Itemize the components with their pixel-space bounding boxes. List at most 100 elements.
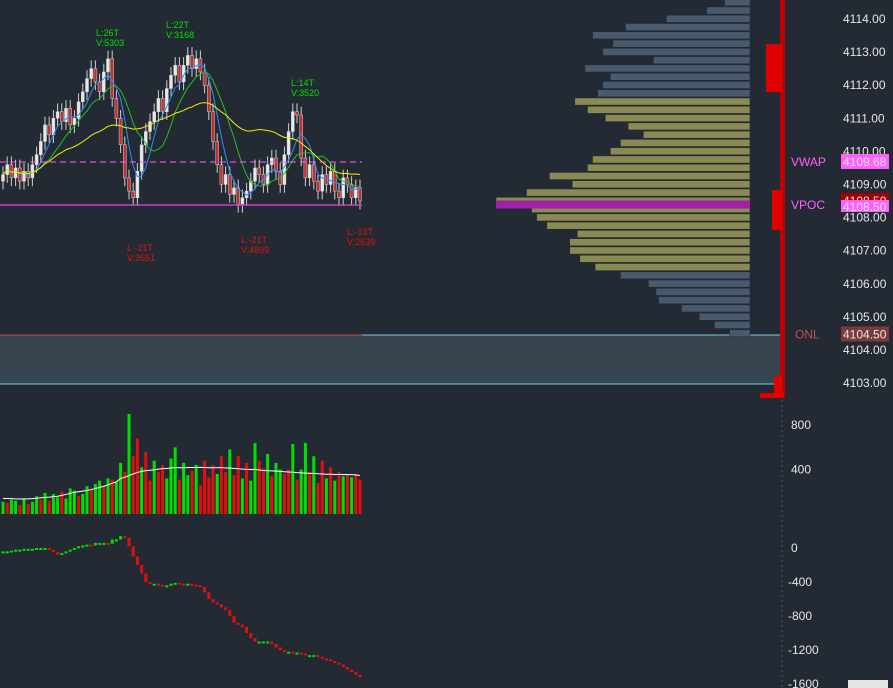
volume-bar xyxy=(282,474,286,514)
volume-bar xyxy=(43,492,47,514)
delta-bar xyxy=(274,644,278,648)
delta-bar xyxy=(77,546,81,549)
volume-bar xyxy=(228,449,232,514)
delta-bar xyxy=(333,661,337,664)
candle-body xyxy=(299,114,303,159)
delta-bar xyxy=(303,653,307,656)
volume-bar xyxy=(333,480,337,514)
candle-body xyxy=(152,111,156,122)
volume-bar xyxy=(56,497,60,514)
profile-bar xyxy=(681,304,751,313)
swing-label-line1: L:-21T xyxy=(127,243,154,253)
delta-bar xyxy=(278,647,282,650)
volume-bar xyxy=(341,476,345,514)
delta-bar xyxy=(190,583,194,586)
delta-bar xyxy=(345,667,349,670)
candle-body xyxy=(139,144,144,172)
candle-body xyxy=(312,164,316,182)
volume-bar xyxy=(291,444,295,514)
delta-bar xyxy=(148,582,152,584)
price-tick-label: 4103.00 xyxy=(843,376,887,390)
delta-tick-label: 0 xyxy=(791,541,798,555)
volume-bar xyxy=(295,479,299,514)
swing-label-line2: V:3551 xyxy=(127,253,155,263)
poc-bar xyxy=(496,200,750,209)
volume-bar xyxy=(30,501,34,514)
volume-bar xyxy=(182,462,186,514)
volume-bar xyxy=(211,465,215,514)
candle-body xyxy=(148,121,152,132)
profile-bar xyxy=(587,105,751,114)
delta-bar xyxy=(81,545,85,548)
profile-bar xyxy=(602,47,751,56)
volume-bar xyxy=(186,475,190,514)
volume-bar xyxy=(245,462,249,514)
volume-bar xyxy=(26,504,30,514)
volume-bar xyxy=(14,500,18,514)
delta-bar xyxy=(85,544,89,547)
candle-body xyxy=(303,157,308,179)
price-tick-label: 4104.00 xyxy=(843,343,887,357)
candle-body xyxy=(47,124,51,136)
delta-bar xyxy=(144,573,148,582)
swing-label-line1: L:22T xyxy=(166,20,190,30)
volume-bar xyxy=(203,460,207,514)
profile-bar xyxy=(549,172,751,180)
delta-bar xyxy=(261,641,265,644)
profile-bar xyxy=(597,89,751,98)
candle-body xyxy=(39,141,43,155)
candle-body xyxy=(43,124,47,142)
delta-bar xyxy=(161,584,165,587)
profile-bar xyxy=(620,271,751,280)
candle-body xyxy=(291,111,295,132)
profile-bar xyxy=(609,147,751,156)
delta-bar xyxy=(22,548,26,551)
delta-bar xyxy=(249,633,253,639)
volume-bar xyxy=(324,478,328,514)
volume-bar xyxy=(173,447,177,514)
volume-bar xyxy=(127,414,131,514)
delta-bar xyxy=(232,616,236,623)
delta-bar xyxy=(316,655,320,658)
candle-body xyxy=(89,68,93,79)
candle-body xyxy=(55,111,60,119)
delta-bar xyxy=(177,582,181,585)
candle-body xyxy=(85,78,89,93)
delta-tick-label: -400 xyxy=(788,575,812,589)
delta-bar xyxy=(211,599,215,603)
volume-bar xyxy=(266,454,270,514)
delta-bar xyxy=(106,542,110,545)
volume-bar xyxy=(144,451,148,514)
delta-bar xyxy=(1,551,5,554)
delta-bar xyxy=(135,556,139,565)
delta-bar xyxy=(110,539,114,544)
delta-bar xyxy=(30,548,34,551)
volume-bar xyxy=(257,460,261,514)
candle-body xyxy=(328,171,333,185)
swing-label-line2: V:4899 xyxy=(241,245,269,255)
candle-body xyxy=(211,111,215,142)
volume-bar xyxy=(350,477,354,514)
swing-label-line1: L:26T xyxy=(96,28,120,38)
volume-bar xyxy=(236,456,240,514)
price-tick-label: 4109.00 xyxy=(843,178,887,192)
volume-bar xyxy=(18,505,22,514)
volume-bar xyxy=(270,476,274,514)
candle-body xyxy=(257,167,261,175)
delta-bar xyxy=(173,582,177,585)
delta-bar xyxy=(169,583,173,586)
delta-bar xyxy=(93,542,97,546)
profile-bar xyxy=(574,97,751,106)
volume-bar xyxy=(278,469,282,514)
candle-body xyxy=(34,154,39,165)
delta-bar xyxy=(123,536,127,539)
delta-bar xyxy=(245,627,249,633)
candle-body xyxy=(13,167,18,179)
delta-bar xyxy=(5,551,9,554)
swing-label-line2: V:3520 xyxy=(291,88,319,98)
profile-bar xyxy=(714,321,751,329)
delta-bar xyxy=(308,655,312,658)
delta-bar xyxy=(186,583,190,586)
delta-bar xyxy=(51,549,55,553)
volume-bar xyxy=(156,471,160,514)
